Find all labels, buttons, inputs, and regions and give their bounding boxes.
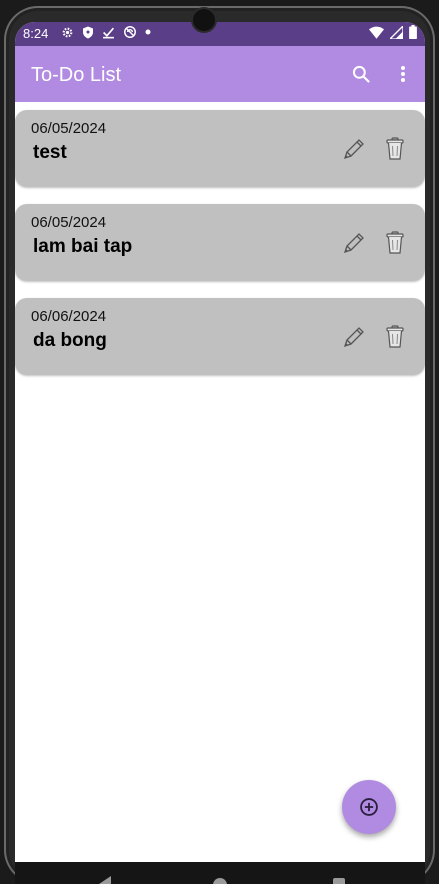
trash-icon: [386, 231, 404, 254]
edit-task-button[interactable]: [339, 322, 369, 352]
task-date: 06/06/2024: [31, 308, 107, 325]
delete-task-button[interactable]: [383, 135, 407, 163]
overflow-menu-button[interactable]: [389, 60, 417, 88]
status-time: 8:24: [23, 26, 49, 41]
front-camera: [193, 9, 215, 31]
task-card[interactable]: 06/06/2024 da bong: [15, 298, 425, 375]
app-title: To-Do List: [31, 64, 122, 86]
pencil-icon: [343, 327, 364, 348]
dot-icon: [145, 29, 151, 35]
delete-task-button[interactable]: [383, 323, 407, 351]
edit-task-button[interactable]: [339, 228, 369, 258]
task-card[interactable]: 06/05/2024 lam bai tap: [15, 204, 425, 281]
add-task-fab[interactable]: [342, 780, 396, 834]
status-bar: 8:24: [15, 22, 425, 46]
pencil-icon: [343, 139, 364, 160]
search-icon: [352, 65, 370, 83]
task-card[interactable]: 06/05/2024 test: [15, 110, 425, 187]
home-nav-icon[interactable]: [213, 878, 227, 884]
gear-icon: [61, 26, 74, 39]
wifi-icon: [369, 26, 384, 39]
search-button[interactable]: [347, 60, 375, 88]
trash-icon: [386, 325, 404, 348]
recents-nav-icon[interactable]: [333, 878, 345, 884]
pencil-icon: [343, 233, 364, 254]
task-title: lam bai tap: [33, 236, 133, 257]
shield-icon: [82, 26, 94, 39]
task-date: 06/05/2024: [31, 214, 107, 231]
delete-task-button[interactable]: [383, 229, 407, 257]
task-title: test: [33, 142, 67, 163]
edit-task-button[interactable]: [339, 134, 369, 164]
status-right-icons: [369, 25, 417, 39]
download-check-icon: [102, 26, 115, 39]
more-vert-icon: [401, 66, 405, 82]
task-date: 06/05/2024: [31, 120, 107, 137]
signal-icon: [390, 25, 403, 39]
task-title: da bong: [33, 330, 107, 351]
add-circle-icon: [360, 798, 378, 816]
status-left-icons: [61, 25, 151, 39]
trash-icon: [386, 137, 404, 160]
app-bar: To-Do List: [15, 46, 425, 102]
sync-icon: [123, 25, 137, 39]
system-nav-bar: [15, 862, 425, 884]
back-nav-icon[interactable]: [99, 876, 111, 884]
battery-icon: [409, 25, 417, 39]
app-screen: 8:24 To-Do List 06/05/2024 test 06/05/20…: [15, 22, 425, 884]
